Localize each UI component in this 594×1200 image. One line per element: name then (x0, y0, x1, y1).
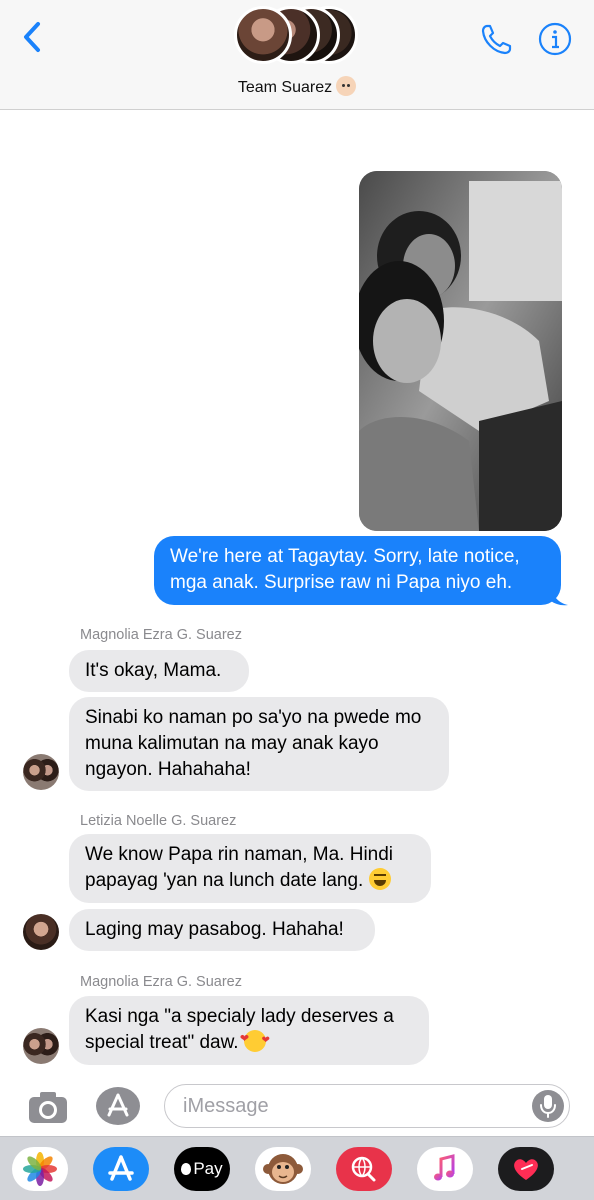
grinning-squint-emoji-icon (368, 868, 391, 890)
message-text: It's okay, Mama. (85, 660, 222, 681)
back-chevron-icon[interactable] (18, 18, 48, 58)
group-title-text: Team Suarez (237, 79, 333, 96)
apple-logo-icon (181, 1163, 192, 1175)
group-title[interactable]: Team Suarez (0, 76, 594, 97)
apple-pay-icon[interactable]: Pay (174, 1147, 230, 1191)
message-text: Sinabi ko naman po sa'yo na pwede mo mun… (85, 707, 422, 780)
apple-pay-label: Pay (193, 1159, 223, 1178)
sender-avatar[interactable] (23, 1028, 59, 1064)
camera-icon[interactable] (26, 1088, 70, 1126)
digital-touch-icon[interactable] (498, 1147, 554, 1191)
incoming-message-bubble[interactable]: We know Papa rin naman, Ma. Hindi papaya… (69, 834, 431, 903)
bubble-tail (551, 587, 568, 606)
conversation-header: Team Suarez (0, 0, 594, 110)
message-text: We're here at Tagaytay. Sorry, late noti… (170, 546, 520, 593)
microphone-icon[interactable] (532, 1090, 564, 1122)
sender-name: Magnolia Ezra G. Suarez (80, 627, 242, 643)
incoming-message-bubble[interactable]: It's okay, Mama. (69, 650, 249, 692)
avatar (234, 6, 292, 64)
phone-icon[interactable] (478, 20, 516, 58)
music-icon[interactable] (417, 1147, 473, 1191)
smiling-face-with-hearts-emoji-icon (240, 1026, 270, 1054)
incoming-message-bubble[interactable]: Kasi nga "a specialy lady deserves a spe… (69, 996, 429, 1065)
photos-app-icon[interactable] (12, 1147, 68, 1191)
message-input[interactable] (164, 1084, 570, 1128)
sender-avatar[interactable] (23, 754, 59, 790)
photo-attachment[interactable] (359, 171, 562, 531)
sender-name: Letizia Noelle G. Suarez (80, 813, 237, 829)
message-text: We know Papa rin naman, Ma. Hindi papaya… (85, 844, 394, 891)
animoji-monkey-icon[interactable] (255, 1147, 311, 1191)
incoming-message-bubble[interactable]: Laging may pasabog. Hahaha! (69, 909, 375, 951)
message-text: Laging may pasabog. Hahaha! (85, 919, 344, 940)
sender-avatar[interactable] (23, 914, 59, 950)
web-search-icon[interactable] (336, 1147, 392, 1191)
imessage-app-drawer: Pay (0, 1136, 594, 1200)
baby-face-icon (336, 76, 357, 96)
app-store-button[interactable] (95, 1086, 141, 1126)
incoming-message-bubble[interactable]: Sinabi ko naman po sa'yo na pwede mo mun… (69, 697, 449, 791)
app-store-icon[interactable] (93, 1147, 149, 1191)
group-avatars[interactable] (234, 4, 364, 66)
outgoing-message-bubble[interactable]: We're here at Tagaytay. Sorry, late noti… (154, 536, 561, 605)
info-icon[interactable] (538, 22, 572, 56)
sender-name: Magnolia Ezra G. Suarez (80, 974, 242, 990)
compose-bar (0, 1078, 594, 1136)
